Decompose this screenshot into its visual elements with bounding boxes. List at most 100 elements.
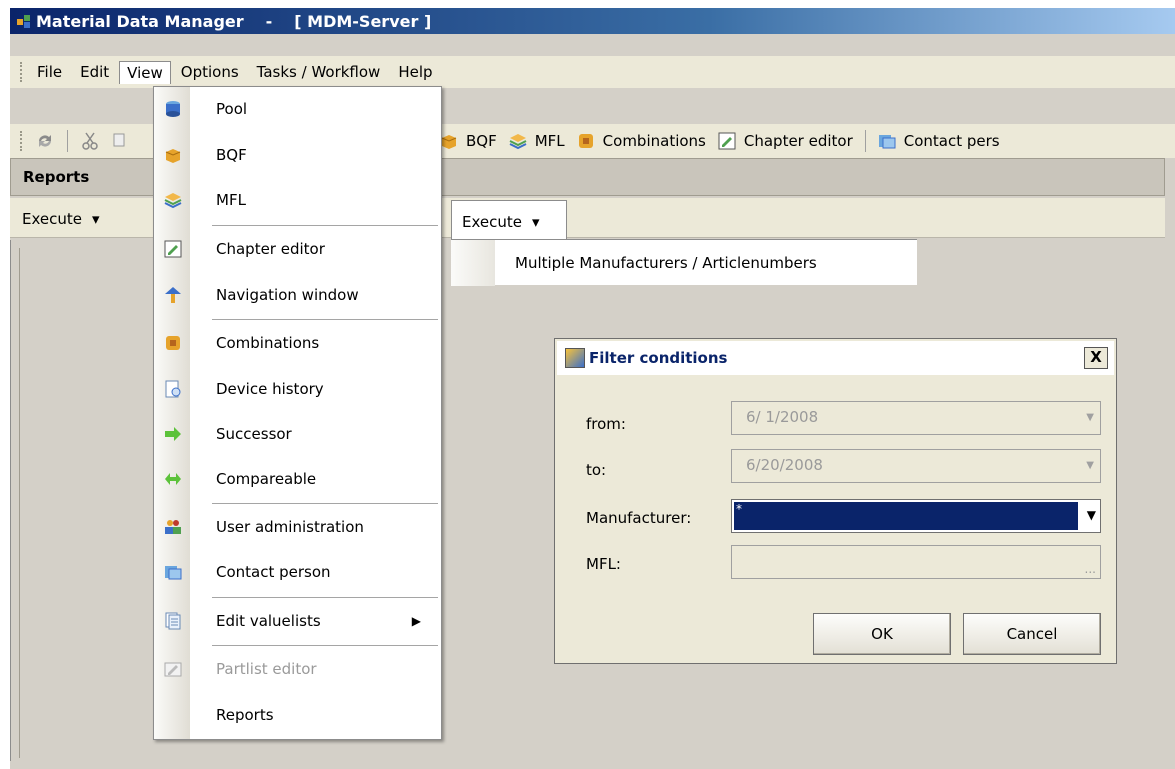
to-date-value: 6/20/2008 <box>746 456 823 474</box>
menu-view[interactable]: View <box>119 60 171 84</box>
mfl-icon <box>164 191 182 209</box>
combinations-icon <box>577 132 595 150</box>
execute-popup-button[interactable]: Execute <box>451 200 567 240</box>
bqf-box-icon <box>440 132 458 150</box>
toolbar-combinations-label: Combinations <box>602 132 706 150</box>
submenu-arrow-icon: ▶ <box>411 614 421 628</box>
menu-separator <box>212 645 438 646</box>
valuelists-icon <box>164 612 182 630</box>
view-menu-dropdown: Pool BQF MFL Chapter editor Navigation w… <box>153 86 442 740</box>
menu-file[interactable]: File <box>29 60 70 84</box>
menu-grip[interactable] <box>20 62 23 82</box>
view-menu-label: Reports <box>216 706 274 724</box>
menu-bar: File Edit View Options Tasks / Workflow … <box>10 56 1175 88</box>
toolbar-contact-person-button[interactable]: Contact pers <box>872 130 1006 152</box>
manufacturer-value: * <box>734 502 1078 530</box>
filter-conditions-dialog: Filter conditions X from: 6/ 1/2008 ▼ to… <box>554 338 1117 664</box>
partlist-editor-icon <box>164 660 182 678</box>
menu-item-multiple-manufacturers[interactable]: Multiple Manufacturers / Articlenumbers <box>515 254 817 272</box>
view-menu-item-partlist-editor: Partlist editor <box>154 647 441 691</box>
view-menu-label: Contact person <box>216 563 331 581</box>
menu-separator <box>212 597 438 598</box>
view-menu-label: BQF <box>216 146 247 164</box>
view-menu-item-user-administration[interactable]: User administration <box>154 505 441 549</box>
to-label: to: <box>586 461 607 479</box>
toolbar-bqf-button[interactable]: BQF <box>434 130 503 152</box>
toolbar-mfl-label: MFL <box>534 132 565 150</box>
view-menu-item-combinations[interactable]: Combinations <box>154 321 441 365</box>
cancel-button[interactable]: Cancel <box>963 613 1101 655</box>
mfl-field[interactable]: ... <box>731 545 1101 579</box>
view-menu-label: Compareable <box>216 470 317 488</box>
menu-separator <box>212 319 438 320</box>
view-menu-item-compareable[interactable]: Compareable <box>154 457 441 501</box>
menu-gutter <box>451 240 495 286</box>
dialog-title-bar: Filter conditions X <box>557 341 1114 375</box>
ok-button[interactable]: OK <box>813 613 951 655</box>
view-menu-label: Navigation window <box>216 286 359 304</box>
view-menu-item-contact-person[interactable]: Contact person <box>154 550 441 594</box>
view-menu-item-pool[interactable]: Pool <box>154 87 441 131</box>
menu-separator <box>212 503 438 504</box>
ellipsis-icon[interactable]: ... <box>1085 562 1096 576</box>
view-menu-item-chapter-editor[interactable]: Chapter editor <box>154 227 441 271</box>
dialog-title: Filter conditions <box>589 349 728 367</box>
chapter-editor-icon <box>164 240 182 258</box>
mfl-label: MFL: <box>586 555 621 573</box>
from-date-combo[interactable]: 6/ 1/2008 ▼ <box>731 401 1101 435</box>
execute-dropdown-button[interactable]: Execute <box>22 210 100 228</box>
title-bar: Material Data Manager - [ MDM-Server ] <box>10 8 1175 34</box>
toolbar-chapter-editor-label: Chapter editor <box>743 132 853 150</box>
cut-icon[interactable] <box>80 132 100 150</box>
view-menu-item-bqf[interactable]: BQF <box>154 133 441 177</box>
toolbar-bqf-label: BQF <box>466 132 497 150</box>
view-menu-label: Edit valuelists <box>216 612 321 630</box>
pool-icon <box>164 100 182 118</box>
view-menu-label: Successor <box>216 425 292 443</box>
view-menu-item-mfl[interactable]: MFL <box>154 178 441 222</box>
contact-person-icon <box>878 132 896 150</box>
toolbar-combinations-button[interactable]: Combinations <box>571 130 712 152</box>
bqf-icon <box>164 146 182 164</box>
view-menu-label: MFL <box>216 191 246 209</box>
successor-arrow-icon <box>164 425 182 443</box>
copy-icon[interactable] <box>112 132 132 150</box>
chevron-down-icon: ▼ <box>1086 412 1094 423</box>
menu-separator <box>212 225 438 226</box>
execute-menu: Multiple Manufacturers / Articlenumbers <box>451 239 917 286</box>
view-menu-item-successor[interactable]: Successor <box>154 412 441 456</box>
view-menu-item-navigation-window[interactable]: Navigation window <box>154 273 441 317</box>
manufacturer-combo[interactable]: * ▼ <box>731 499 1101 533</box>
device-history-icon <box>164 380 182 398</box>
menu-help[interactable]: Help <box>390 60 440 84</box>
users-icon <box>164 518 182 536</box>
dialog-app-icon <box>565 348 585 368</box>
view-menu-item-reports[interactable]: Reports <box>154 693 441 737</box>
menu-edit[interactable]: Edit <box>72 60 117 84</box>
toolbar-chapter-editor-button[interactable]: Chapter editor <box>712 130 859 152</box>
chapter-editor-icon <box>718 132 736 150</box>
toolbar-separator-2 <box>864 130 866 152</box>
close-button[interactable]: X <box>1084 347 1108 369</box>
view-menu-label: Device history <box>216 380 324 398</box>
view-menu-label: Combinations <box>216 334 320 352</box>
navigation-icon <box>164 286 182 304</box>
contact-person-icon <box>164 563 182 581</box>
menu-tasks-workflow[interactable]: Tasks / Workflow <box>249 60 389 84</box>
toolbar-separator <box>67 130 68 152</box>
menu-options[interactable]: Options <box>173 60 247 84</box>
mfl-stack-icon <box>509 132 527 150</box>
from-date-value: 6/ 1/2008 <box>746 408 819 426</box>
refresh-icon[interactable] <box>35 132 55 150</box>
to-date-combo[interactable]: 6/20/2008 ▼ <box>731 449 1101 483</box>
title-separator: - <box>265 11 273 31</box>
view-menu-item-device-history[interactable]: Device history <box>154 367 441 411</box>
view-menu-label: Pool <box>216 100 248 118</box>
view-menu-item-edit-valuelists[interactable]: Edit valuelists ▶ <box>154 599 441 643</box>
server-name: [ MDM-Server ] <box>294 11 432 31</box>
view-menu-label: Chapter editor <box>216 240 325 258</box>
chevron-down-icon[interactable]: ▼ <box>1087 508 1096 522</box>
toolbar-grip[interactable] <box>20 131 23 151</box>
app-cubes-icon <box>16 13 32 29</box>
toolbar-mfl-button[interactable]: MFL <box>503 130 571 152</box>
